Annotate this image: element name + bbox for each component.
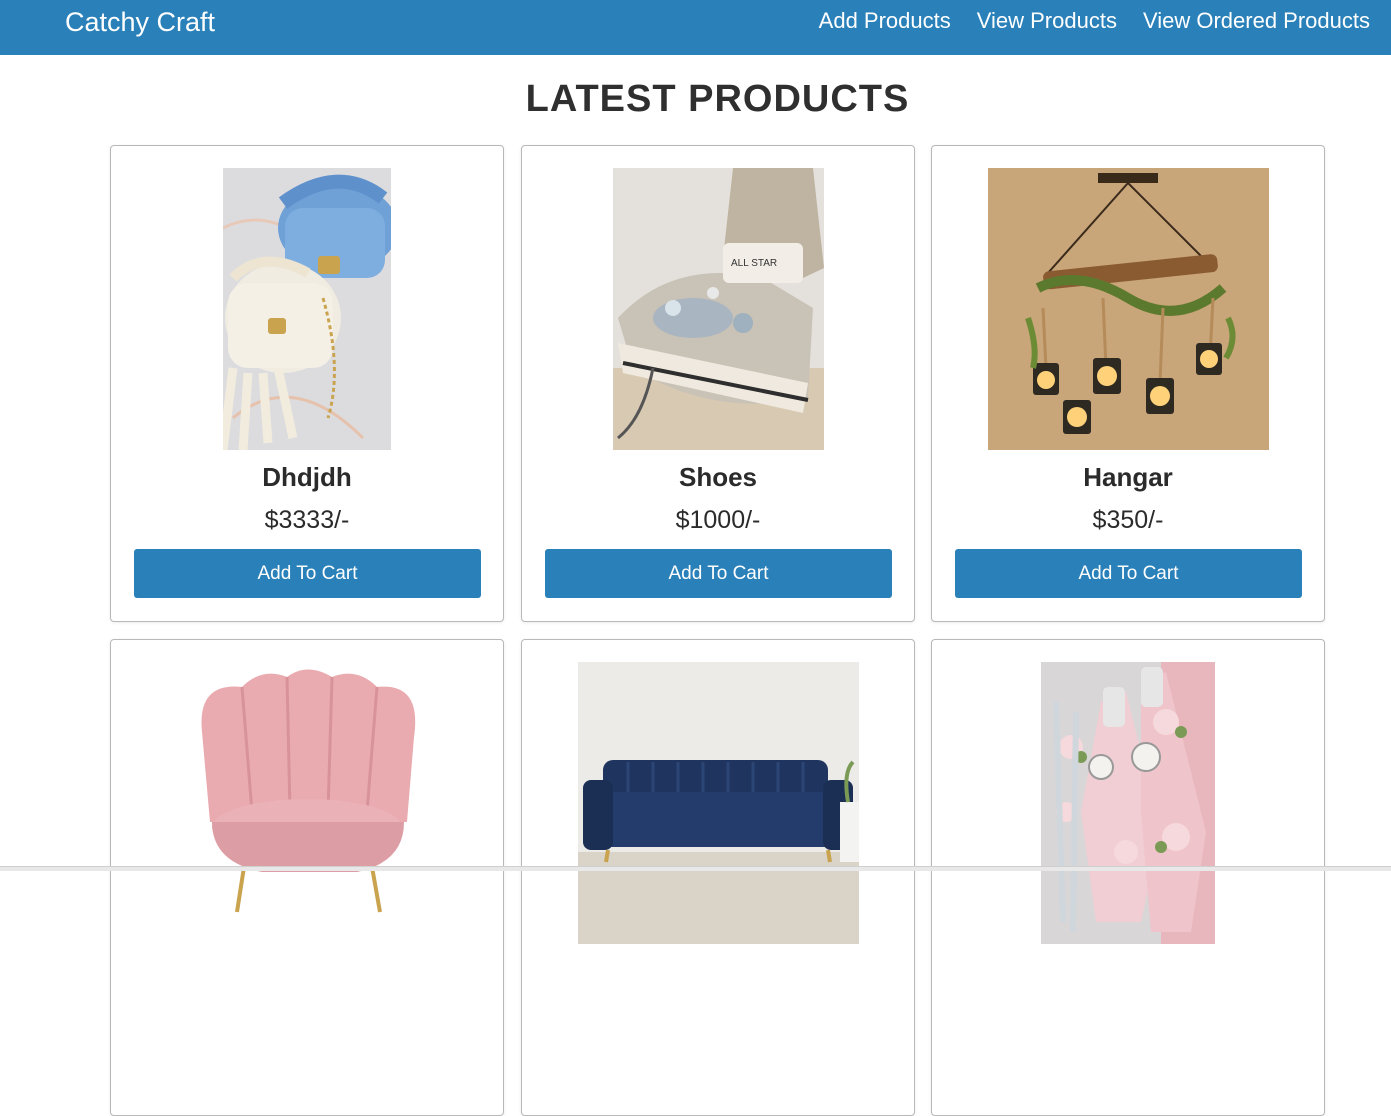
add-to-cart-button[interactable]: Add To Cart (134, 549, 481, 598)
product-card (521, 639, 915, 1116)
product-price: $350/- (1092, 506, 1164, 534)
pink-armchair-image[interactable] (182, 662, 432, 944)
embellished-sneaker-image[interactable]: ALL STAR (612, 168, 824, 450)
brand-logo-text[interactable]: Catchy Craft (65, 6, 215, 38)
nav-add-products[interactable]: Add Products (819, 8, 951, 34)
product-card (931, 639, 1325, 1116)
product-card: Dhdjdh $3333/- Add To Cart (110, 145, 504, 622)
page-title: LATEST PRODUCTS (525, 78, 910, 120)
add-to-cart-button[interactable]: Add To Cart (955, 549, 1302, 598)
hanging-lamp-image[interactable] (987, 168, 1269, 450)
product-price: $1000/- (675, 506, 761, 534)
horizontal-scrollbar[interactable] (0, 866, 1391, 871)
decorated-bottles-image[interactable] (1041, 662, 1215, 944)
crochet-bags-image[interactable] (223, 168, 391, 450)
nav-view-products[interactable]: View Products (977, 8, 1117, 34)
product-card (110, 639, 504, 1116)
add-to-cart-button[interactable]: Add To Cart (545, 549, 892, 598)
navbar: Catchy Craft Add Products View Products … (0, 0, 1391, 55)
product-name: Shoes (678, 462, 758, 492)
product-price: $3333/- (264, 506, 350, 534)
product-name: Dhdjdh (262, 462, 352, 492)
product-card: Hangar $350/- Add To Cart (931, 145, 1325, 622)
product-name: Hangar (1083, 462, 1173, 492)
svg-text:ALL STAR: ALL STAR (731, 258, 777, 269)
nav-view-ordered-products[interactable]: View Ordered Products (1143, 8, 1370, 34)
blue-sofa-image[interactable] (577, 662, 859, 944)
product-card: ALL STAR Shoes $1000/- Add To Cart (521, 145, 915, 622)
nav-links: Add Products View Products View Ordered … (819, 8, 1370, 34)
